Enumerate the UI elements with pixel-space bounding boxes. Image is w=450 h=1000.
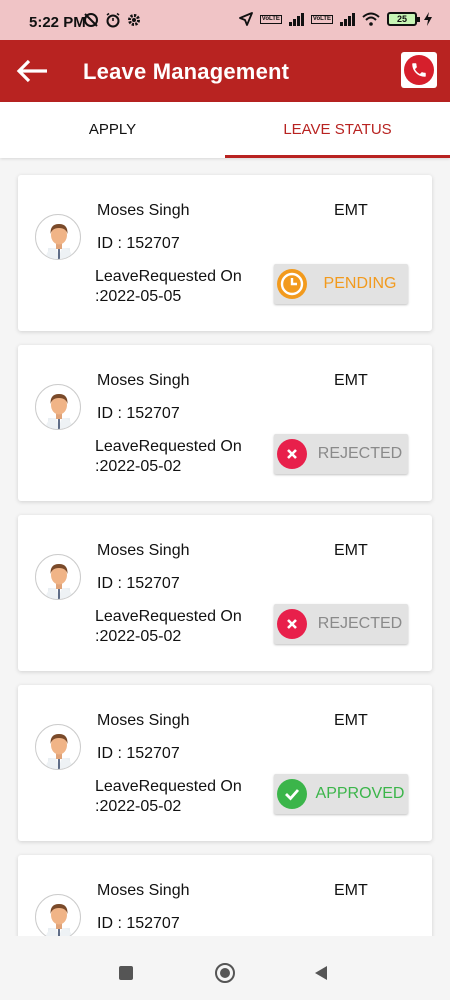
phone-icon [404,55,434,85]
back-button[interactable] [14,56,50,86]
employee-name: Moses Singh [97,542,190,559]
employee-id: ID : 152707 [97,575,180,592]
leave-requested-date: :2022-05-02 [95,798,182,815]
status-left-icons [83,12,141,28]
person-avatar-icon [45,224,73,259]
person-avatar-icon [45,394,73,429]
volte-icon: VoLTE [259,14,282,24]
tab-apply[interactable]: APPLY [0,102,225,158]
employee-role: EMT [334,712,368,729]
check-circle-icon [277,779,307,809]
page-title: Leave Management [83,59,290,84]
employee-role: EMT [334,372,368,389]
employee-name: Moses Singh [97,202,190,219]
nav-back-button[interactable] [315,966,327,980]
avatar [35,724,81,770]
status-time: 5:22 PM [29,14,86,31]
leave-requested-on: LeaveRequested On :2022-05-02 [95,777,242,817]
leave-requested-date: :2022-05-02 [95,458,182,475]
leave-requested-label: LeaveRequested On [95,268,242,285]
status-label: REJECTED [317,445,403,462]
status-badge[interactable]: APPROVED [274,774,408,814]
leave-requested-date: :2022-05-02 [95,628,182,645]
leave-requested-label: LeaveRequested On [95,438,242,455]
employee-name: Moses Singh [97,372,190,389]
home-button[interactable] [215,963,235,983]
person-avatar-icon [45,564,73,599]
person-avatar-icon [45,734,73,769]
dnd-off-icon [84,13,98,27]
status-badge[interactable]: PENDING [274,264,408,304]
settings-icon [128,14,140,26]
status-label: APPROVED [315,785,405,802]
signal-icon-2 [340,12,355,26]
employee-id: ID : 152707 [97,745,180,762]
leave-card[interactable]: Moses Singh EMT ID : 152707 LeaveRequest… [18,175,432,331]
employee-role: EMT [334,202,368,219]
leave-card[interactable]: Moses Singh EMT ID : 152707 LeaveRequest… [18,515,432,671]
tab-bar: APPLY LEAVE STATUS [0,102,450,158]
leave-requested-label: LeaveRequested On [95,608,242,625]
app-bar: Leave Management [0,40,450,102]
leave-requested-on: LeaveRequested On :2022-05-02 [95,437,242,477]
employee-id: ID : 152707 [97,405,180,422]
clock-icon [277,269,307,299]
person-avatar-icon [45,904,73,936]
status-label: REJECTED [317,615,403,632]
avatar [35,384,81,430]
leave-requested-label: LeaveRequested On [95,778,242,795]
close-circle-icon [277,439,307,469]
status-badge[interactable]: REJECTED [274,434,408,474]
status-bar: 5:22 PM VoLTE VoLTE 25 [0,0,450,40]
location-icon [238,12,253,26]
wifi-icon [362,12,380,26]
call-button[interactable] [401,52,437,88]
signal-icon-1 [288,12,304,26]
leave-card[interactable]: Moses Singh EMT ID : 152707 [18,855,432,936]
recents-button[interactable] [119,966,133,980]
alarm-icon [106,12,120,28]
battery-icon: 25 [387,12,420,26]
status-label: PENDING [323,275,397,292]
avatar [35,214,81,260]
leave-requested-on: LeaveRequested On :2022-05-05 [95,267,242,307]
leave-list[interactable]: Moses Singh EMT ID : 152707 LeaveRequest… [0,158,450,936]
status-badge[interactable]: REJECTED [274,604,408,644]
employee-role: EMT [334,882,368,899]
status-right-icons: VoLTE VoLTE 25 [238,12,432,26]
leave-card[interactable]: Moses Singh EMT ID : 152707 LeaveRequest… [18,345,432,501]
employee-id: ID : 152707 [97,235,180,252]
leave-requested-date: :2022-05-05 [95,288,182,305]
charging-icon [424,12,432,26]
leave-requested-on: LeaveRequested On :2022-05-02 [95,607,242,647]
leave-card[interactable]: Moses Singh EMT ID : 152707 LeaveRequest… [18,685,432,841]
tab-leave-status[interactable]: LEAVE STATUS [225,102,450,158]
avatar [35,894,81,936]
employee-name: Moses Singh [97,712,190,729]
volte-icon-2: VoLTE [310,14,333,24]
employee-id: ID : 152707 [97,915,180,932]
avatar [35,554,81,600]
employee-name: Moses Singh [97,882,190,899]
close-circle-icon [277,609,307,639]
system-nav-bar [0,944,450,1000]
back-arrow-icon [16,59,47,83]
employee-role: EMT [334,542,368,559]
